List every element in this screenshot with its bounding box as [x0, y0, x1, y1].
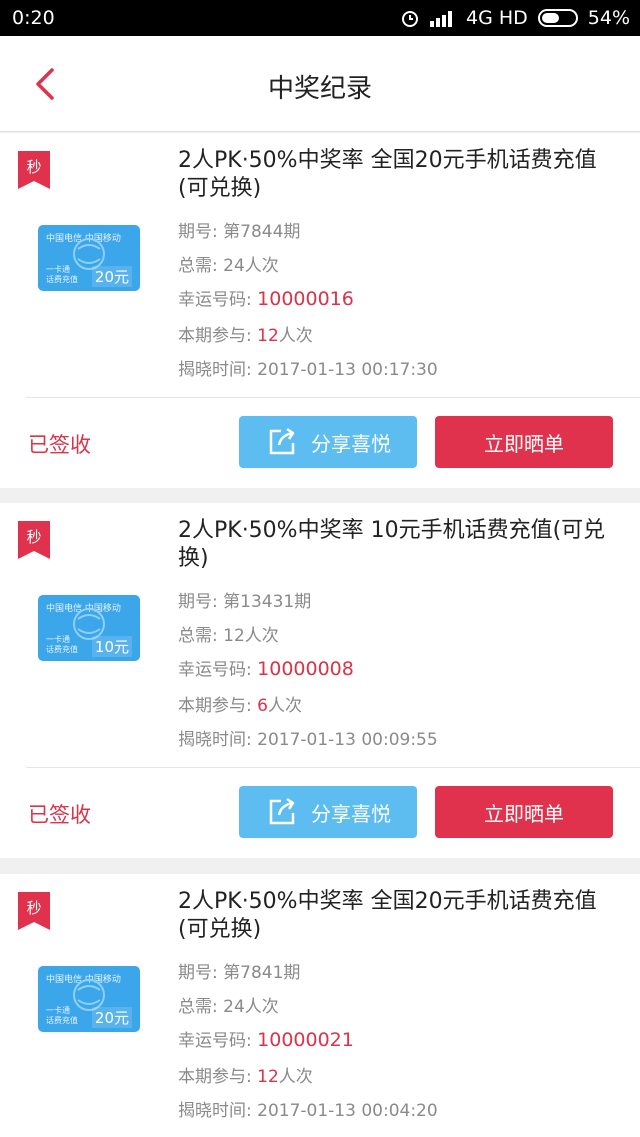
- prize-image: 中国电信 中国移动 一卡通 话费充值 10元: [38, 595, 140, 661]
- status-icons: 4G HD 54%: [400, 7, 630, 29]
- issue-value: 第7844期: [223, 222, 301, 242]
- prize-title[interactable]: 2人PK·50%中奖率 10元手机话费充值(可兑换): [178, 517, 618, 573]
- share-button[interactable]: 分享喜悦: [239, 786, 417, 838]
- joined-count: 12: [257, 1067, 279, 1087]
- reveal-time: 2017-01-13 00:17:30: [257, 360, 438, 380]
- joined-row: 本期参与: 12人次: [178, 1067, 313, 1087]
- lucky-row: 幸运号码: 10000008: [178, 658, 354, 680]
- lucky-row: 幸运号码: 10000016: [178, 288, 354, 310]
- record-card[interactable]: 秒 中国电信 中国移动 一卡通 话费充值 20元 2人PK·50%中奖率 全国20…: [0, 133, 640, 488]
- reveal-time: 2017-01-13 00:04:20: [257, 1101, 438, 1121]
- issue-value: 第13431期: [223, 592, 312, 612]
- status-bar: 0:20 4G HD 54%: [0, 0, 640, 36]
- record-card[interactable]: 秒 中国电信 中国移动 一卡通 话费充值 20元 2人PK·50%中奖率 全国20…: [0, 874, 640, 1137]
- page-title: 中奖纪录: [267, 74, 372, 104]
- prize-image: 中国电信 中国移动 一卡通 话费充值 20元: [38, 966, 140, 1032]
- share-icon: [269, 427, 295, 455]
- total-value: 24人次: [223, 256, 279, 276]
- share-button[interactable]: 分享喜悦: [239, 416, 417, 468]
- prize-title[interactable]: 2人PK·50%中奖率 全国20元手机话费充值(可兑换): [178, 888, 618, 944]
- reveal-row: 揭晓时间: 2017-01-13 00:09:55: [178, 730, 438, 750]
- reveal-time: 2017-01-13 00:09:55: [257, 730, 438, 750]
- signed-status: 已签收: [28, 803, 91, 827]
- seckill-ribbon: 秒: [18, 151, 50, 189]
- issue-row: 期号: 第7841期: [178, 963, 301, 983]
- total-value: 24人次: [223, 997, 279, 1017]
- alarm-icon: [401, 11, 418, 27]
- reveal-row: 揭晓时间: 2017-01-13 00:17:30: [178, 360, 438, 380]
- record-card[interactable]: 秒 中国电信 中国移动 一卡通 话费充值 10元 2人PK·50%中奖率 10元手…: [0, 503, 640, 858]
- battery-icon: [537, 9, 578, 27]
- show-order-label: 立即晒单: [484, 431, 564, 456]
- seckill-ribbon: 秒: [18, 892, 50, 930]
- card-amount: 20元: [91, 1007, 132, 1028]
- issue-row: 期号: 第13431期: [178, 592, 312, 612]
- card-amount: 20元: [91, 266, 132, 287]
- lucky-number: 10000016: [257, 288, 354, 310]
- total-row: 总需: 12人次: [178, 626, 279, 646]
- show-order-label: 立即晒单: [484, 801, 564, 826]
- signal-icon: [429, 11, 452, 27]
- total-value: 12人次: [223, 626, 279, 646]
- total-row: 总需: 24人次: [178, 256, 279, 276]
- divider: [26, 767, 640, 768]
- show-order-button[interactable]: 立即晒单: [435, 416, 613, 468]
- lucky-number: 10000021: [257, 1029, 354, 1051]
- battery-percent: 54%: [587, 7, 630, 29]
- card-amount: 10元: [91, 636, 132, 657]
- seckill-ribbon: 秒: [18, 521, 50, 559]
- joined-row: 本期参与: 6人次: [178, 696, 302, 716]
- share-button-label: 分享喜悦: [311, 801, 391, 826]
- app-header: 中奖纪录: [0, 36, 640, 132]
- prize-title[interactable]: 2人PK·50%中奖率 全国20元手机话费充值(可兑换): [178, 147, 618, 203]
- joined-row: 本期参与: 12人次: [178, 326, 313, 346]
- divider: [26, 397, 640, 398]
- total-row: 总需: 24人次: [178, 997, 279, 1017]
- network-label: 4G HD: [465, 7, 528, 29]
- signed-status: 已签收: [28, 433, 91, 457]
- show-order-button[interactable]: 立即晒单: [435, 786, 613, 838]
- joined-count: 6: [257, 696, 268, 716]
- lucky-row: 幸运号码: 10000021: [178, 1029, 354, 1051]
- prize-image: 中国电信 中国移动 一卡通 话费充值 20元: [38, 225, 140, 291]
- share-icon: [269, 797, 295, 825]
- joined-count: 12: [257, 326, 279, 346]
- lucky-number: 10000008: [257, 658, 354, 680]
- share-button-label: 分享喜悦: [311, 431, 391, 456]
- issue-row: 期号: 第7844期: [178, 222, 301, 242]
- issue-value: 第7841期: [223, 963, 301, 983]
- status-time: 0:20: [12, 7, 55, 29]
- reveal-row: 揭晓时间: 2017-01-13 00:04:20: [178, 1101, 438, 1121]
